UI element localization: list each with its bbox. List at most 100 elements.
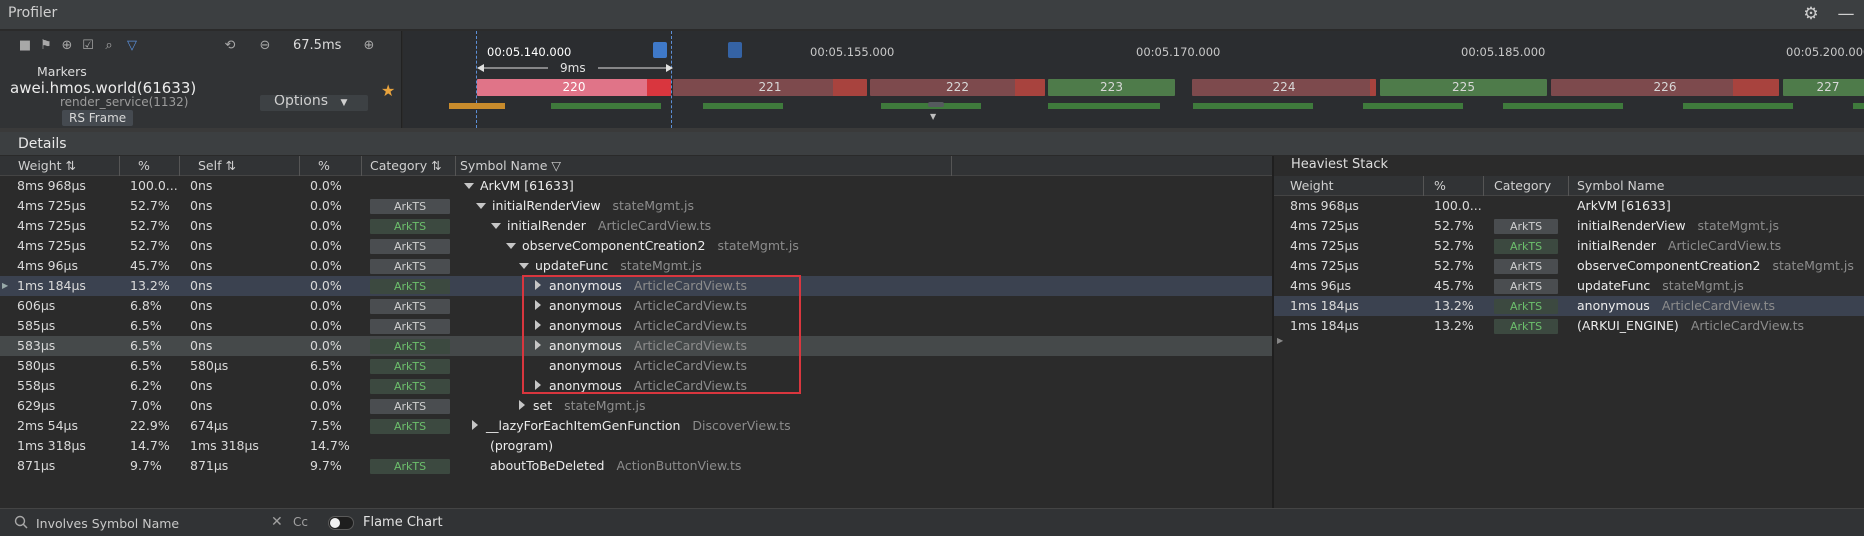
table-row[interactable]: 4ms 725µs 52.7% ArkTS initialRender ArticleC… <box>1274 236 1864 256</box>
col-weight[interactable]: Weight <box>1274 176 1424 196</box>
col-pct[interactable]: % <box>120 156 180 176</box>
table-row[interactable]: 1ms 184µs 13.2% ArkTS anonymous ArticleCardV… <box>1274 296 1864 316</box>
collapse-toggle-icon[interactable] <box>472 420 478 430</box>
checklist-icon[interactable]: ☑ <box>80 38 96 54</box>
weight-cell: 2ms 54µs <box>17 418 78 433</box>
table-row[interactable]: 871µs 9.7% 871µs 9.7% ArkTS aboutToBeDeleted A… <box>0 456 1272 476</box>
category-badge: ArkTS <box>370 299 450 314</box>
drag-handle[interactable] <box>928 102 944 107</box>
frame-bar[interactable]: 222 <box>870 79 1045 96</box>
expand-toggle-icon[interactable] <box>491 223 501 229</box>
minimize-icon[interactable]: — <box>1836 4 1856 24</box>
expand-toggle-icon[interactable] <box>519 263 529 269</box>
rs-frame-bar[interactable] <box>1683 103 1793 109</box>
expand-toggle-icon[interactable] <box>464 183 474 189</box>
table-row[interactable]: 629µs 7.0% 0ns 0.0% ArkTS set stateMgmt.js <box>0 396 1272 416</box>
table-row[interactable]: 1ms 318µs 14.7% 1ms 318µs 14.7% (program) <box>0 436 1272 456</box>
category-badge: ArkTS <box>1494 319 1558 334</box>
table-row[interactable]: 2ms 54µs 22.9% 674µs 7.5% ArkTS __lazyForEach… <box>0 416 1272 436</box>
col-category[interactable]: Category ⇅ <box>362 156 456 176</box>
expand-toggle-icon[interactable] <box>506 243 516 249</box>
col-symbol[interactable]: Symbol Name <box>1569 176 1864 196</box>
timeline[interactable]: 00:05.140.000 00:05.155.000 00:05.170.00… <box>403 31 1864 128</box>
self-cell: 1ms 318µs <box>190 438 259 453</box>
star-icon[interactable]: ★ <box>381 81 395 100</box>
table-row[interactable]: 4ms 725µs 52.7% ArkTS observeComponentCreat… <box>1274 256 1864 276</box>
window-title: Profiler <box>8 5 58 21</box>
zoom-in-icon[interactable]: ⊕ <box>361 38 377 54</box>
rs-frame-bar[interactable] <box>1048 103 1160 109</box>
history-icon[interactable]: ⟲ <box>222 38 238 54</box>
weight-cell: 4ms 725µs <box>17 218 86 233</box>
frame-bar[interactable]: 220 <box>477 79 671 96</box>
flag-icon[interactable]: ⚑ <box>38 38 54 54</box>
frame-bar[interactable]: 223 <box>1048 79 1175 96</box>
symbol-cell: initialRenderView stateMgmt.js <box>476 196 694 216</box>
frame-label: 222 <box>946 80 969 94</box>
table-row[interactable]: 1ms 184µs 13.2% ArkTS (ARKUI_ENGINE) Article… <box>1274 316 1864 336</box>
zoom-out-icon[interactable]: ⊖ <box>257 38 273 54</box>
source-file: stateMgmt.js <box>620 258 702 273</box>
table-row[interactable]: 4ms 725µs 52.7% 0ns 0.0% ArkTS initialRender A… <box>0 216 1272 236</box>
category-badge: ArkTS <box>370 279 450 294</box>
col-symbol[interactable]: Symbol Name ▽ <box>456 156 952 176</box>
frame-bar[interactable]: 221 <box>673 79 867 96</box>
table-row[interactable]: 4ms 725µs 52.7% 0ns 0.0% ArkTS initialRenderV… <box>0 196 1272 216</box>
rs-frame-bar[interactable] <box>1193 103 1313 109</box>
options-dropdown[interactable]: Options ▼ <box>260 95 368 111</box>
col-weight[interactable]: Weight ⇅ <box>0 156 120 176</box>
table-row[interactable]: 8ms 968µs 100.0... 0ns 0.0% ArkVM [61633] <box>0 176 1272 196</box>
filter-icon[interactable]: ▽ <box>124 38 140 54</box>
close-icon[interactable]: ✕ <box>271 514 283 530</box>
heaviest-stack-table[interactable]: Heaviest Stack Weight % Category Symbol … <box>1274 156 1864 508</box>
frame-bar[interactable]: 226 <box>1551 79 1779 96</box>
table-row[interactable]: 4ms 725µs 52.7% ArkTS initialRenderView stat… <box>1274 216 1864 236</box>
marker-flag-icon[interactable] <box>728 42 742 58</box>
frame-bar[interactable]: 224 <box>1192 79 1376 96</box>
rs-frame-bar[interactable] <box>551 103 661 109</box>
symbol-name: __lazyForEachItemGenFunction <box>486 418 681 433</box>
frame-bar[interactable]: 225 <box>1380 79 1547 96</box>
frame-label: 225 <box>1452 80 1475 94</box>
rs-frame-tag[interactable]: RS Frame <box>62 110 134 126</box>
frame-label: 223 <box>1100 80 1123 94</box>
table-row[interactable]: 4ms 725µs 52.7% 0ns 0.0% ArkTS observeCompone… <box>0 236 1272 256</box>
self-pct-cell: 0.0% <box>310 378 342 393</box>
category-badge: ArkTS <box>370 459 450 474</box>
chevron-down-icon[interactable]: ▼ <box>930 112 936 121</box>
symbol-name: observeComponentCreation2 <box>1577 258 1761 273</box>
flame-chart-toggle[interactable] <box>328 516 354 530</box>
rs-frame-bar[interactable] <box>703 103 783 109</box>
source-file: ArticleCardView.ts <box>1690 318 1805 333</box>
expand-toggle-icon[interactable] <box>476 203 486 209</box>
col-self[interactable]: Self ⇅ <box>180 156 300 176</box>
col-pct[interactable]: % <box>1424 176 1484 196</box>
rs-frame-bar[interactable] <box>1853 103 1864 109</box>
resize-handle-icon[interactable]: ▶ <box>1277 336 1283 345</box>
rs-frame-bar[interactable] <box>1363 103 1463 109</box>
symbol-search-input[interactable] <box>36 514 261 532</box>
add-marker-icon[interactable]: ⊕ <box>59 38 75 54</box>
table-row[interactable]: 4ms 96µs 45.7% ArkTS updateFunc stateMgmt.js <box>1274 276 1864 296</box>
collapse-toggle-icon[interactable] <box>519 400 525 410</box>
col-category[interactable]: Category <box>1484 176 1569 196</box>
symbol-cell: initialRenderView stateMgmt.js <box>1577 216 1779 236</box>
filter-icon[interactable]: ▽ <box>551 158 561 173</box>
gear-icon[interactable]: ⚙ <box>1801 4 1821 24</box>
source-file: stateMgmt.js <box>1662 278 1744 293</box>
source-file: ActionButtonView.ts <box>616 458 742 473</box>
table-row[interactable]: 4ms 96µs 45.7% 0ns 0.0% ArkTS updateFunc state… <box>0 256 1272 276</box>
rs-frame-bar[interactable] <box>449 103 505 109</box>
col-self-pct[interactable]: % <box>300 156 362 176</box>
search-icon[interactable]: ⌕ <box>101 38 117 54</box>
selection-marker-icon[interactable] <box>653 42 667 58</box>
stop-icon[interactable]: ■ <box>17 38 33 54</box>
rs-frame-bar[interactable] <box>1503 103 1623 109</box>
selection-end-guide[interactable] <box>671 31 672 128</box>
table-row[interactable]: 8ms 968µs 100.0... ArkVM [61633] <box>1274 196 1864 216</box>
search-icon <box>14 515 28 529</box>
frame-bar[interactable]: 227 <box>1783 79 1864 96</box>
call-tree-table[interactable]: Weight ⇅ % Self ⇅ % Category ⇅ Symbol Na… <box>0 156 1272 508</box>
self-pct-cell: 0.0% <box>310 178 342 193</box>
case-sensitive-toggle[interactable]: Cc <box>293 515 308 529</box>
